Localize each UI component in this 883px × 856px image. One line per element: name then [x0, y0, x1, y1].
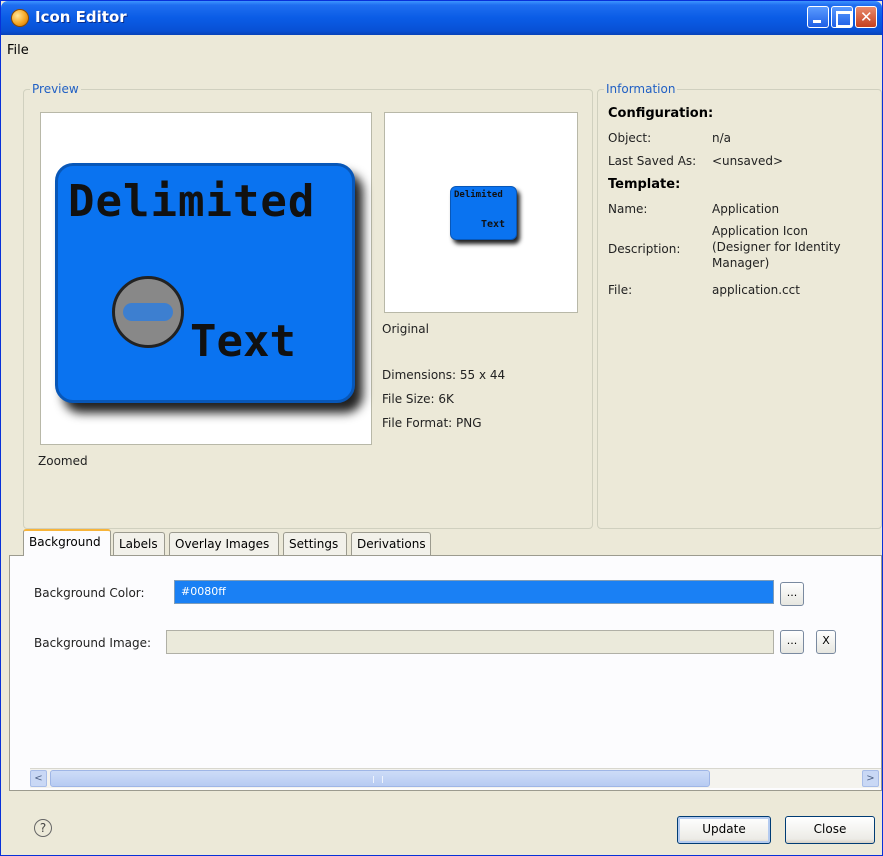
close-icon[interactable]: [855, 6, 877, 28]
tab-strip: Background Labels Overlay Images Setting…: [23, 529, 883, 556]
configuration-heading: Configuration:: [608, 106, 714, 121]
zoomed-icon-image: Delimited Text: [55, 163, 355, 403]
last-saved-label: Last Saved As:: [608, 154, 697, 168]
template-heading: Template:: [608, 177, 681, 192]
browse-color-button[interactable]: ...: [780, 582, 804, 606]
tab-overlay-images[interactable]: Overlay Images: [169, 532, 279, 556]
zoomed-icon-top-text: Delimited: [68, 176, 316, 227]
original-preview: Delimited Text: [384, 112, 578, 313]
preview-group: Preview Delimited Text Delimited Text Zo…: [23, 82, 593, 529]
object-value: n/a: [712, 131, 732, 145]
preview-group-title: Preview: [30, 82, 81, 96]
horizontal-scrollbar[interactable]: < >: [30, 768, 881, 788]
tab-background[interactable]: Background: [23, 529, 111, 556]
name-label: Name:: [608, 202, 648, 216]
help-icon[interactable]: ?: [34, 819, 52, 837]
tab-derivations[interactable]: Derivations: [351, 532, 431, 556]
background-color-field[interactable]: #0080ff: [174, 580, 774, 604]
update-button[interactable]: Update: [677, 816, 771, 844]
file-format-text: File Format: PNG: [382, 416, 482, 430]
file-label: File:: [608, 283, 633, 297]
zoomed-preview: Delimited Text: [40, 112, 372, 445]
scroll-left-icon[interactable]: <: [30, 770, 47, 787]
name-value: Application: [712, 202, 780, 216]
close-button[interactable]: Close: [785, 816, 875, 844]
maximize-icon[interactable]: [831, 6, 853, 28]
scroll-grip-icon: [373, 776, 383, 783]
background-image-field[interactable]: [166, 630, 774, 654]
yin-yang-icon: [112, 276, 184, 348]
information-group-title: Information: [604, 82, 678, 96]
scroll-thumb[interactable]: [50, 770, 710, 787]
description-value-line-3: Manager): [712, 256, 770, 270]
file-size-text: File Size: 6K: [382, 392, 454, 406]
original-icon-bottom-text: Text: [481, 219, 506, 230]
information-group: Information Configuration: Object: n/a L…: [597, 82, 882, 529]
icon-editor-window: Icon Editor File Preview Delimited Text …: [0, 0, 883, 856]
minimize-icon[interactable]: [807, 6, 829, 28]
file-value: application.cct: [712, 283, 800, 297]
title-bar[interactable]: Icon Editor: [1, 1, 882, 35]
description-value-line-2: (Designer for Identity: [712, 240, 841, 254]
background-color-label: Background Color:: [34, 586, 145, 600]
scroll-right-icon[interactable]: >: [862, 770, 879, 787]
menu-file[interactable]: File: [7, 43, 29, 58]
description-value-line-1: Application Icon: [712, 224, 808, 238]
window-title: Icon Editor: [35, 8, 127, 26]
object-label: Object:: [608, 131, 652, 145]
original-icon-top-text: Delimited: [454, 190, 503, 200]
zoomed-icon-bottom-text: Text: [190, 316, 296, 367]
original-icon-image: Delimited Text: [450, 186, 517, 240]
app-icon: [11, 9, 29, 27]
zoomed-label: Zoomed: [38, 454, 88, 468]
dimensions-text: Dimensions: 55 x 44: [382, 368, 506, 382]
background-tab-panel: Background Color: #0080ff ... Background…: [9, 555, 882, 791]
menu-bar: File: [1, 35, 882, 67]
tab-labels[interactable]: Labels: [113, 532, 165, 556]
last-saved-value: <unsaved>: [712, 154, 784, 168]
original-label: Original: [382, 322, 429, 336]
tab-settings[interactable]: Settings: [283, 532, 347, 556]
description-label: Description:: [608, 242, 681, 256]
browse-image-button[interactable]: ...: [780, 630, 804, 654]
clear-image-button[interactable]: X: [816, 630, 836, 654]
background-image-label: Background Image:: [34, 636, 152, 650]
